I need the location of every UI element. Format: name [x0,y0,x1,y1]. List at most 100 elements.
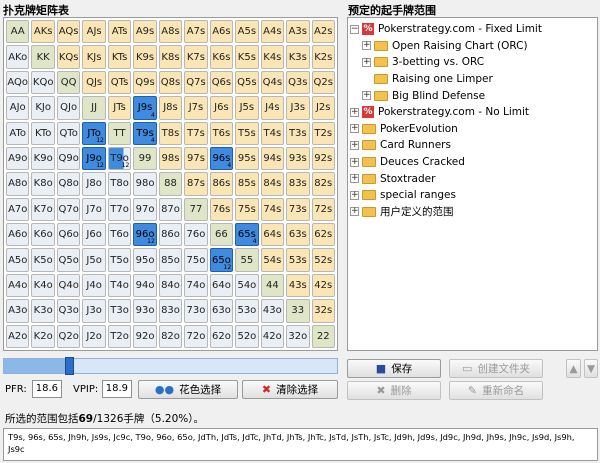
hand-cell[interactable]: JTo 12 [82,121,106,145]
hand-cell[interactable]: Q2s [311,70,335,95]
hand-cell[interactable]: QJo [56,96,81,120]
hand-cell[interactable]: 75s [235,197,259,222]
hand-cell[interactable]: Q6s [209,70,234,95]
hand-cell[interactable]: Q7s [184,70,208,95]
tree-expander-icon[interactable]: + [362,91,371,101]
hand-cell[interactable]: Q3o [56,299,81,323]
hand-cell[interactable]: 83s [286,172,310,196]
hand-cell[interactable]: J3s [286,96,310,120]
hand-cell[interactable]: K3o [31,299,55,323]
hand-cell[interactable]: T7o [107,197,132,222]
hand-cell[interactable]: A3o [6,299,30,323]
tree-expander-icon[interactable]: + [350,124,359,134]
hand-cell[interactable]: A4s [260,20,285,44]
hand-cell[interactable]: AQs [56,20,81,44]
hand-cell[interactable]: AA [6,20,30,44]
hand-cell[interactable]: QTo [56,121,81,145]
create-folder-button[interactable]: ▭ 创建文件夹 [449,359,543,378]
hand-cell[interactable]: Q5s [235,70,259,95]
hand-cell[interactable]: K7s [184,45,208,69]
hand-cell[interactable]: 88 [158,172,183,196]
tree-node[interactable]: + Deuces Cracked [350,154,595,171]
hand-cell[interactable]: 76o [184,223,208,247]
move-down-button[interactable]: ▼ [584,359,598,378]
hand-cell[interactable]: J4s [260,96,285,120]
hand-cell[interactable]: 84o [158,273,183,298]
hand-cell[interactable]: 64o [209,273,234,298]
hand-cell[interactable]: T8o [107,172,132,196]
hand-cell[interactable]: 63s [286,223,310,247]
hand-cell[interactable]: AQo [6,70,30,95]
hand-cell[interactable]: T9s 4 [133,121,157,145]
hand-cell[interactable]: 97o [133,197,157,222]
hand-cell[interactable]: 93o [133,299,157,323]
hand-cell[interactable]: K9s [133,45,157,69]
hand-cell[interactable]: 82s [311,172,335,196]
hand-cell[interactable]: T4o [107,273,132,298]
hand-cell[interactable]: 85o [158,248,183,272]
hand-cell[interactable]: K3s [286,45,310,69]
hand-cell[interactable]: J8o [82,172,106,196]
hand-cell[interactable]: T4s [260,121,285,145]
hand-cell[interactable]: ATo [6,121,30,145]
tree-expander-icon[interactable]: + [362,41,371,51]
tree-expander-icon[interactable]: + [350,174,359,184]
hand-cell[interactable]: 82o [158,324,183,348]
hand-cell[interactable]: 98o [133,172,157,196]
hand-cell[interactable]: KQs [56,45,81,69]
hand-cell[interactable]: AJo [6,96,30,120]
hand-cell[interactable]: 76s [209,197,234,222]
hand-cell[interactable]: KK [31,45,55,69]
hand-cell[interactable]: Q8o [56,172,81,196]
hand-cell[interactable]: K5s [235,45,259,69]
save-button[interactable]: ■ 保存 [347,359,441,378]
tree-expander-icon[interactable]: + [362,57,371,67]
hand-cell[interactable]: KJs [82,45,106,69]
hand-cell[interactable]: 87o [158,197,183,222]
hand-cell[interactable]: A8s [158,20,183,44]
hand-cell[interactable]: T2o [107,324,132,348]
hand-cell[interactable]: A9s [133,20,157,44]
hand-cell[interactable]: T5o [107,248,132,272]
hand-cell[interactable]: 66 [209,223,234,247]
hand-cell[interactable]: K2s [311,45,335,69]
tree-node[interactable]: + Open Raising Chart (ORC) [350,38,595,55]
hand-cell[interactable]: 92s [311,146,335,171]
hand-cell[interactable]: KJo [31,96,55,120]
hand-cell[interactable]: 99 [133,146,157,171]
hand-cell[interactable]: 75o [184,248,208,272]
hand-cell[interactable]: K4o [31,273,55,298]
hand-cell[interactable]: J5o [82,248,106,272]
hand-cell[interactable]: 96o 12 [133,223,157,247]
hand-cell[interactable]: Q4s [260,70,285,95]
hand-cell[interactable]: A6o [6,223,30,247]
hand-cell[interactable]: Q8s [158,70,183,95]
hand-cell[interactable]: Q9s [133,70,157,95]
hand-cell[interactable]: A2s [311,20,335,44]
hand-cell[interactable]: Q7o [56,197,81,222]
hand-cell[interactable]: A4o [6,273,30,298]
hand-cell[interactable]: 32s [311,299,335,323]
hand-cell[interactable]: 54o [235,273,259,298]
hand-cell[interactable]: 43o [260,299,285,323]
tree-expander-icon[interactable]: + [350,157,359,167]
hand-cell[interactable]: 74s [260,197,285,222]
hand-cell[interactable]: J5s [235,96,259,120]
hand-cell[interactable]: 53s [286,248,310,272]
hand-cell[interactable]: 42s [311,273,335,298]
hand-cell[interactable]: AKs [31,20,55,44]
tree-expander-icon[interactable]: + [350,140,359,150]
hand-cell[interactable]: 64s [260,223,285,247]
hand-cell[interactable]: KQo [31,70,55,95]
selected-hands-text[interactable]: T9s, 96s, 65s, Jh9h, Js9s, Jc9c, T9o, 96… [3,428,598,461]
hand-cell[interactable]: J4o [82,273,106,298]
hand-cell[interactable]: ATs [107,20,132,44]
hand-cell[interactable]: 94o [133,273,157,298]
tree-node[interactable]: + PokerEvolution [350,121,595,138]
hand-cell[interactable]: 44 [260,273,285,298]
hand-cell[interactable]: T9o 12 [107,146,132,171]
hand-cell[interactable]: 86s [209,172,234,196]
hand-cell[interactable]: K8s [158,45,183,69]
tree-node[interactable]: + Stoxtrader [350,170,595,187]
hand-cell[interactable]: J8s [158,96,183,120]
